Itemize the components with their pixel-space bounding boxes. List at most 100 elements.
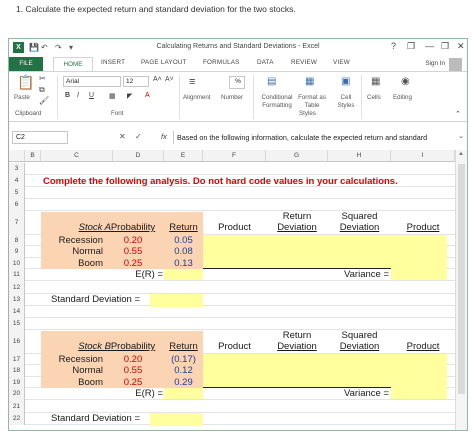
shrink-font-button[interactable]: A˅ <box>165 76 174 83</box>
font-name-select[interactable]: Arial <box>63 76 121 87</box>
tab-data[interactable]: DATA <box>257 59 274 66</box>
row-header-12[interactable]: 12 <box>9 281 25 294</box>
help-button[interactable]: ? <box>391 41 396 51</box>
cell-styles-button[interactable]: Cell Styles <box>335 94 357 110</box>
row-gridline <box>25 174 455 175</box>
row-header-21[interactable]: 21 <box>9 400 25 413</box>
copy-icon[interactable]: ⧉ <box>39 85 45 95</box>
column-header-b[interactable]: B <box>25 150 41 162</box>
row-header-9[interactable]: 9 <box>9 246 25 258</box>
row-header-7[interactable]: 7 <box>9 211 25 235</box>
vertical-scrollbar[interactable]: ▲ <box>455 150 467 430</box>
stock-a-er-label: E(R) = <box>135 269 163 280</box>
bold-button[interactable]: B <box>65 92 70 99</box>
row-header-17[interactable]: 17 <box>9 354 25 365</box>
row-header-19[interactable]: 19 <box>9 377 25 388</box>
formula-input[interactable]: Based on the following information, calc… <box>173 131 453 144</box>
maximize-button[interactable]: ❐ <box>441 41 449 52</box>
column-header-e[interactable]: E <box>164 150 203 162</box>
insert-function-icon[interactable]: fx <box>161 132 167 141</box>
tab-formulas[interactable]: FORMULAS <box>203 59 240 66</box>
row-header-4[interactable]: 4 <box>9 175 25 187</box>
question-text: 1. Calculate the expected return and sta… <box>16 4 296 14</box>
stock-a-std-fill <box>150 294 203 307</box>
conditional-formatting-button[interactable]: Conditional Formatting <box>257 94 297 110</box>
cell-styles-icon[interactable]: ▣ <box>341 76 350 87</box>
product-header-b: Product <box>218 341 251 352</box>
paste-button[interactable]: Paste <box>14 94 30 101</box>
scroll-up-icon[interactable]: ▲ <box>458 151 464 157</box>
styles-group-label: Styles <box>299 110 316 117</box>
stock-b-state-recession: Recession <box>58 354 103 365</box>
avatar[interactable] <box>449 58 462 71</box>
cells-icon[interactable]: ▦ <box>371 76 380 87</box>
row-header-22[interactable]: 22 <box>9 413 25 425</box>
cut-icon[interactable]: ✂ <box>39 74 46 83</box>
select-all-corner[interactable] <box>9 150 25 162</box>
cancel-icon[interactable]: ✕ <box>119 132 126 141</box>
cells-button[interactable]: Cells <box>367 94 381 101</box>
row-header-16[interactable]: 16 <box>9 330 25 354</box>
row-header-11[interactable]: 11 <box>9 269 25 281</box>
close-button[interactable]: ✕ <box>457 41 465 52</box>
borders-icon[interactable]: ▦ <box>109 92 116 100</box>
row-header-10[interactable]: 10 <box>9 258 25 269</box>
row-header-20[interactable]: 20 <box>9 388 25 400</box>
stock-b-prob-normal: 0.55 <box>123 365 143 376</box>
stock-b-state-boom: Boom <box>78 377 103 388</box>
alignment-icon[interactable]: ≡ <box>189 76 195 88</box>
format-painter-icon[interactable]: 🖌 <box>39 96 49 105</box>
row-header-3[interactable]: 3 <box>9 163 25 175</box>
tab-insert[interactable]: INSERT <box>101 59 125 66</box>
number-button[interactable]: Number <box>221 94 243 101</box>
sign-in-link[interactable]: Sign In <box>425 60 445 67</box>
font-size-select[interactable]: 12 <box>123 76 149 87</box>
tab-home[interactable]: HOME <box>53 57 93 72</box>
grow-font-button[interactable]: A˄ <box>153 76 162 83</box>
binoculars-icon[interactable]: ◉ <box>401 76 410 87</box>
format-as-table-button[interactable]: Format as Table <box>295 94 329 110</box>
tab-review[interactable]: REVIEW <box>291 59 317 66</box>
excel-window: X 💾 ↶ ↷ ▾ Calculating Returns and Standa… <box>8 38 468 431</box>
row-header-6[interactable]: 6 <box>9 199 25 211</box>
percent-button[interactable]: % <box>229 76 245 89</box>
expand-formula-bar-icon[interactable]: ⌄ <box>458 132 464 140</box>
name-box[interactable]: C2 <box>12 131 68 144</box>
minimize-button[interactable]: — <box>425 41 434 51</box>
alignment-button[interactable]: Alignment <box>183 94 211 101</box>
column-header-d[interactable]: D <box>113 150 164 162</box>
ribbon-display-button[interactable]: ❐ <box>407 41 415 52</box>
row-header-15[interactable]: 15 <box>9 318 25 330</box>
underline-button[interactable]: U <box>89 92 94 99</box>
fill-color-icon[interactable]: ◤ <box>127 92 132 100</box>
stock-a-return-header: Return <box>169 222 198 233</box>
tab-view[interactable]: VIEW <box>333 59 350 66</box>
tab-file[interactable]: FILE <box>9 57 43 71</box>
stock-b-std-fill <box>150 413 203 426</box>
row-header-13[interactable]: 13 <box>9 294 25 306</box>
column-header-g[interactable]: G <box>266 150 328 162</box>
editing-button[interactable]: Editing <box>393 94 412 101</box>
italic-button[interactable]: I <box>77 92 79 99</box>
paste-icon[interactable]: 📋 <box>17 74 34 91</box>
stock-a-prob-recession: 0.20 <box>123 235 143 246</box>
scroll-thumb[interactable] <box>458 164 465 394</box>
stock-b-return-recession: (0.17) <box>171 354 196 365</box>
column-header-f[interactable]: F <box>203 150 266 162</box>
column-header-i[interactable]: I <box>391 150 455 162</box>
column-header-c[interactable]: C <box>41 150 113 162</box>
tab-page-layout[interactable]: PAGE LAYOUT <box>141 59 187 66</box>
enter-icon[interactable]: ✓ <box>135 132 142 141</box>
conditional-formatting-icon[interactable]: ▤ <box>267 76 276 87</box>
column-header-h[interactable]: H <box>328 150 391 162</box>
row-header-18[interactable]: 18 <box>9 365 25 377</box>
format-as-table-icon[interactable]: ▦ <box>305 76 314 87</box>
instruction-text: Complete the following analysis. Do not … <box>43 176 398 187</box>
collapse-ribbon-icon[interactable]: ⌃ <box>455 110 461 118</box>
row-header-8[interactable]: 8 <box>9 235 25 246</box>
row-header-5[interactable]: 5 <box>9 187 25 199</box>
stock-b-variance-fill <box>391 388 447 399</box>
squared-deviation-header-line1: Squared <box>341 211 378 222</box>
font-color-icon[interactable]: A <box>145 92 150 99</box>
row-header-14[interactable]: 14 <box>9 306 25 318</box>
